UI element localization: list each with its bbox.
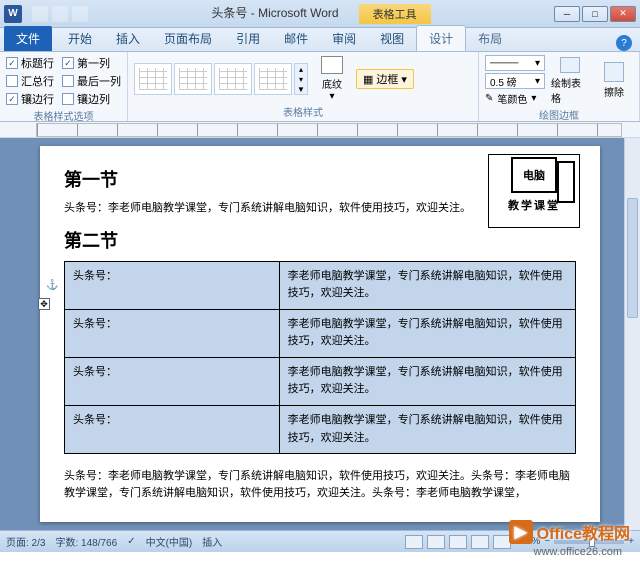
- check-banded-col[interactable]: 镶边列: [62, 91, 121, 107]
- horizontal-ruler[interactable]: [0, 122, 640, 138]
- context-tab-label: 表格工具: [359, 4, 431, 24]
- status-page[interactable]: 页面: 2/3: [6, 534, 45, 549]
- grid-icon: ▦: [363, 73, 373, 86]
- eraser-button[interactable]: 擦除: [595, 57, 633, 105]
- qat-undo[interactable]: [52, 6, 68, 22]
- watermark-url: www.office26.com: [534, 546, 622, 558]
- quick-access-toolbar: [32, 6, 88, 22]
- anchor-icon: ⚓: [46, 280, 58, 291]
- status-insert-mode[interactable]: 插入: [202, 534, 222, 549]
- tab-references[interactable]: 引用: [224, 26, 272, 51]
- check-last-col[interactable]: 最后一列: [62, 73, 121, 89]
- table-row: 头条号：李老师电脑教学课堂，专门系统讲解电脑知识，软件使用技巧，欢迎关注。: [65, 261, 576, 309]
- status-proofing-icon[interactable]: ✓: [127, 536, 135, 547]
- eraser-icon: [604, 62, 624, 82]
- bucket-icon: [321, 56, 343, 74]
- group-table-styles: ▴▾▼ 底纹▾ ▦ 边框▾ 表格样式: [128, 52, 479, 121]
- tab-home[interactable]: 开始: [56, 26, 104, 51]
- table-style-gallery[interactable]: ▴▾▼: [134, 63, 308, 95]
- group-label-borders: 绘图边框: [485, 106, 633, 122]
- qat-redo[interactable]: [72, 6, 88, 22]
- window-controls: ─ □ ✕: [554, 6, 636, 22]
- style-gallery-more[interactable]: ▴▾▼: [294, 63, 308, 95]
- document-area[interactable]: 电脑 教学课堂 第一节 头条号：李老师电脑教学课堂，专门系统讲解电脑知识，软件使…: [0, 138, 640, 530]
- scroll-thumb[interactable]: [627, 198, 638, 318]
- status-language[interactable]: 中文(中国): [146, 534, 193, 549]
- computer-illustration: 电脑 教学课堂: [488, 154, 580, 228]
- word-icon: W: [4, 5, 22, 23]
- tab-mailings[interactable]: 邮件: [272, 26, 320, 51]
- check-header-row[interactable]: ✓标题行: [6, 55, 54, 71]
- group-label-styles: 表格样式: [134, 103, 472, 119]
- tab-view[interactable]: 视图: [368, 26, 416, 51]
- tab-review[interactable]: 审阅: [320, 26, 368, 51]
- ribbon-tabs: 文件 开始 插入 页面布局 引用 邮件 审阅 视图 设计 布局 ?: [0, 28, 640, 52]
- tab-design[interactable]: 设计: [416, 25, 466, 51]
- draw-table-button[interactable]: 绘制表格: [551, 57, 589, 105]
- check-banded-row[interactable]: ✓镶边行: [6, 91, 54, 107]
- style-thumb[interactable]: [174, 63, 212, 95]
- check-first-col[interactable]: ✓第一列: [62, 55, 121, 71]
- tab-page-layout[interactable]: 页面布局: [152, 26, 224, 51]
- view-full-screen[interactable]: [427, 535, 445, 549]
- table-row: 头条号：李老师电脑教学课堂，专门系统讲解电脑知识，软件使用技巧，欢迎关注。: [65, 309, 576, 357]
- check-total-row[interactable]: 汇总行: [6, 73, 54, 89]
- group-table-style-options: ✓标题行 ✓第一列 汇总行 最后一列 ✓镶边行 镶边列 表格样式选项: [0, 52, 128, 121]
- tab-table-layout[interactable]: 布局: [466, 26, 514, 51]
- view-print-layout[interactable]: [405, 535, 423, 549]
- shading-button[interactable]: 底纹▾: [314, 55, 350, 103]
- watermark-brand: ▶ Office教程网: [509, 520, 630, 544]
- table-move-handle[interactable]: ✥: [38, 298, 50, 310]
- tab-insert[interactable]: 插入: [104, 26, 152, 51]
- status-words[interactable]: 字数: 148/766: [55, 534, 117, 549]
- style-thumb[interactable]: [214, 63, 252, 95]
- view-web-layout[interactable]: [449, 535, 467, 549]
- table-row: 头条号：李老师电脑教学课堂，专门系统讲解电脑知识，软件使用技巧，欢迎关注。: [65, 357, 576, 405]
- close-button[interactable]: ✕: [610, 6, 636, 22]
- vertical-scrollbar[interactable]: [624, 138, 640, 530]
- style-thumb[interactable]: [134, 63, 172, 95]
- ribbon: ✓标题行 ✓第一列 汇总行 最后一列 ✓镶边行 镶边列 表格样式选项 ▴▾▼: [0, 52, 640, 122]
- content-table[interactable]: 头条号：李老师电脑教学课堂，专门系统讲解电脑知识，软件使用技巧，欢迎关注。 头条…: [64, 261, 576, 455]
- style-thumb[interactable]: [254, 63, 292, 95]
- group-draw-borders: ────▾ 0.5 磅▾ ✎笔颜色▾ 绘制表格 擦除 绘图边框: [479, 52, 640, 121]
- maximize-button[interactable]: □: [582, 6, 608, 22]
- pen-icon: ✎: [485, 93, 493, 104]
- window-title: 头条号 - Microsoft Word: [211, 4, 338, 24]
- borders-button[interactable]: ▦ 边框▾: [356, 69, 414, 89]
- group-label-options: 表格样式选项: [6, 107, 121, 123]
- window-title-area: 头条号 - Microsoft Word 表格工具: [88, 4, 554, 24]
- minimize-button[interactable]: ─: [554, 6, 580, 22]
- heading-section-2: 第二节: [64, 227, 576, 253]
- draw-table-icon: [560, 57, 580, 73]
- view-outline[interactable]: [471, 535, 489, 549]
- office-icon: ▶: [509, 520, 533, 544]
- pen-color-button[interactable]: ✎笔颜色▾: [485, 91, 545, 106]
- line-weight-select[interactable]: 0.5 磅▾: [485, 73, 545, 89]
- qat-save[interactable]: [32, 6, 48, 22]
- page[interactable]: 电脑 教学课堂 第一节 头条号：李老师电脑教学课堂，专门系统讲解电脑知识，软件使…: [40, 146, 600, 522]
- title-bar: W 头条号 - Microsoft Word 表格工具 ─ □ ✕: [0, 0, 640, 28]
- help-icon[interactable]: ?: [616, 35, 632, 51]
- tab-file[interactable]: 文件: [4, 26, 52, 51]
- table-row: 头条号：李老师电脑教学课堂，专门系统讲解电脑知识，软件使用技巧，欢迎关注。: [65, 406, 576, 454]
- line-style-select[interactable]: ────▾: [485, 55, 545, 71]
- paragraph: 头条号：李老师电脑教学课堂，专门系统讲解电脑知识，软件使用技巧，欢迎关注。头条号…: [64, 468, 576, 501]
